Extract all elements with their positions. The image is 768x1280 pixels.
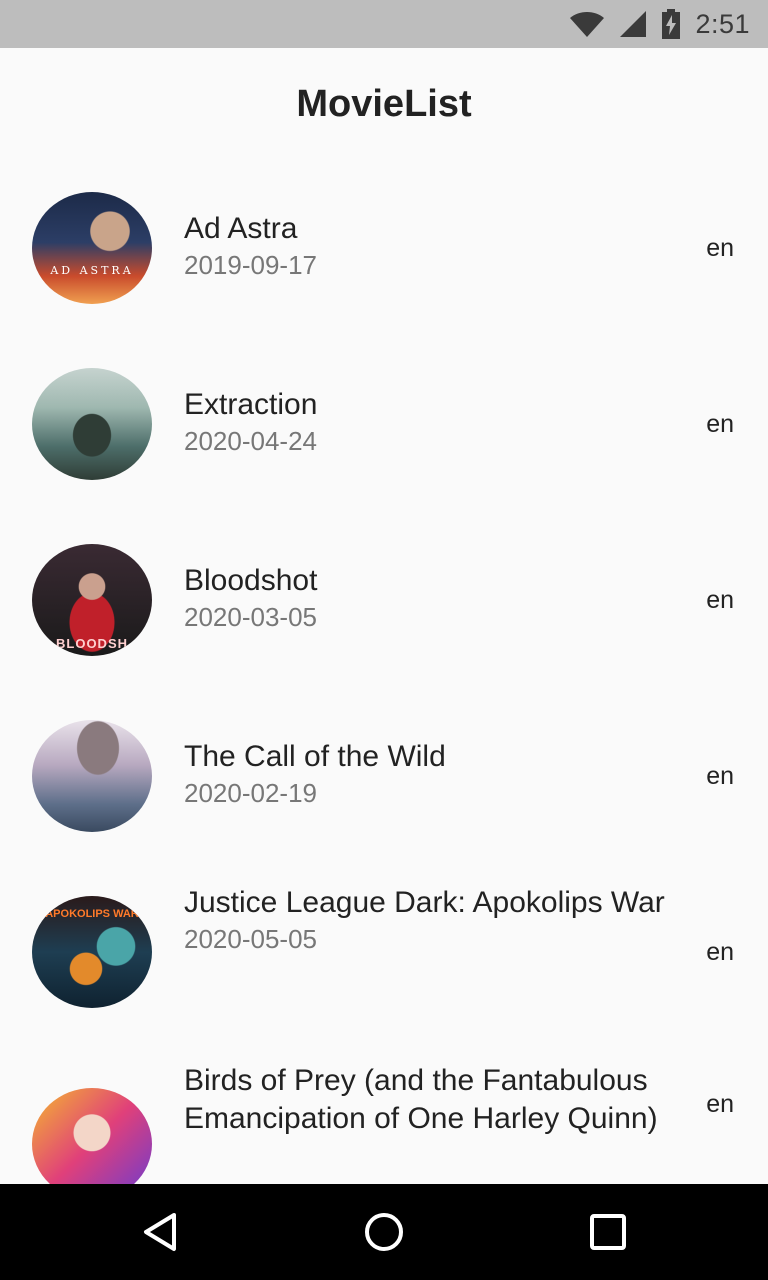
poster-text: APOKOLIPS WAR — [45, 908, 139, 920]
movie-poster — [32, 368, 152, 480]
movie-row[interactable]: Extraction 2020-04-24 en — [0, 336, 768, 512]
wifi-icon — [570, 12, 605, 37]
movie-poster: BLOODSH — [32, 544, 152, 656]
movie-release-date: 2020-02-19 — [184, 778, 317, 808]
movie-row[interactable]: AD ASTRA Ad Astra 2019-09-17 en — [0, 160, 768, 336]
movie-row[interactable]: APOKOLIPS WAR Justice League Dark: Apoko… — [0, 864, 768, 1040]
movie-language: en — [706, 762, 734, 790]
recents-icon[interactable] — [586, 1210, 630, 1254]
page-title: MovieList — [296, 82, 472, 125]
movie-language: en — [706, 234, 734, 262]
movie-release-date: 2020-05-05 — [184, 924, 317, 954]
movie-title: Justice League Dark: Apokolips War — [184, 886, 665, 919]
movie-title: Bloodshot — [184, 564, 318, 597]
status-time: 2:51 — [695, 8, 750, 39]
movie-row[interactable]: BLOODSH Bloodshot 2020-03-05 en — [0, 512, 768, 688]
cell-signal-icon — [620, 11, 647, 37]
poster-text: AD ASTRA — [50, 264, 134, 277]
movie-poster — [32, 1088, 152, 1184]
movie-release-date: 2020-03-05 — [184, 602, 317, 632]
status-bar: 2:51 — [0, 0, 768, 48]
movie-list[interactable]: AD ASTRA Ad Astra 2019-09-17 en Extracti… — [0, 160, 768, 1184]
movie-language: en — [706, 938, 734, 966]
home-icon[interactable] — [362, 1210, 406, 1254]
movie-title: Birds of Prey (and the Fantabulous Emanc… — [184, 1064, 658, 1135]
movie-row[interactable]: The Call of the Wild 2020-02-19 en — [0, 688, 768, 864]
movie-poster: AD ASTRA — [32, 192, 152, 304]
movie-title: Ad Astra — [184, 212, 298, 245]
app-bar: MovieList — [0, 48, 768, 160]
movie-language: en — [706, 586, 734, 614]
movie-title: The Call of the Wild — [184, 740, 446, 773]
movie-poster — [32, 720, 152, 832]
movie-poster: APOKOLIPS WAR — [32, 896, 152, 1008]
navigation-bar — [0, 1184, 768, 1280]
movie-release-date: 2020-04-24 — [184, 426, 317, 456]
movie-title: Extraction — [184, 388, 318, 421]
poster-text: BLOODSH — [56, 636, 128, 651]
back-icon[interactable] — [138, 1210, 182, 1254]
movie-language: en — [706, 1090, 734, 1118]
movie-release-date: 2019-09-17 — [184, 250, 317, 280]
movie-row[interactable]: Birds of Prey (and the Fantabulous Emanc… — [0, 1040, 768, 1184]
battery-charging-icon — [662, 9, 681, 39]
movie-language: en — [706, 410, 734, 438]
